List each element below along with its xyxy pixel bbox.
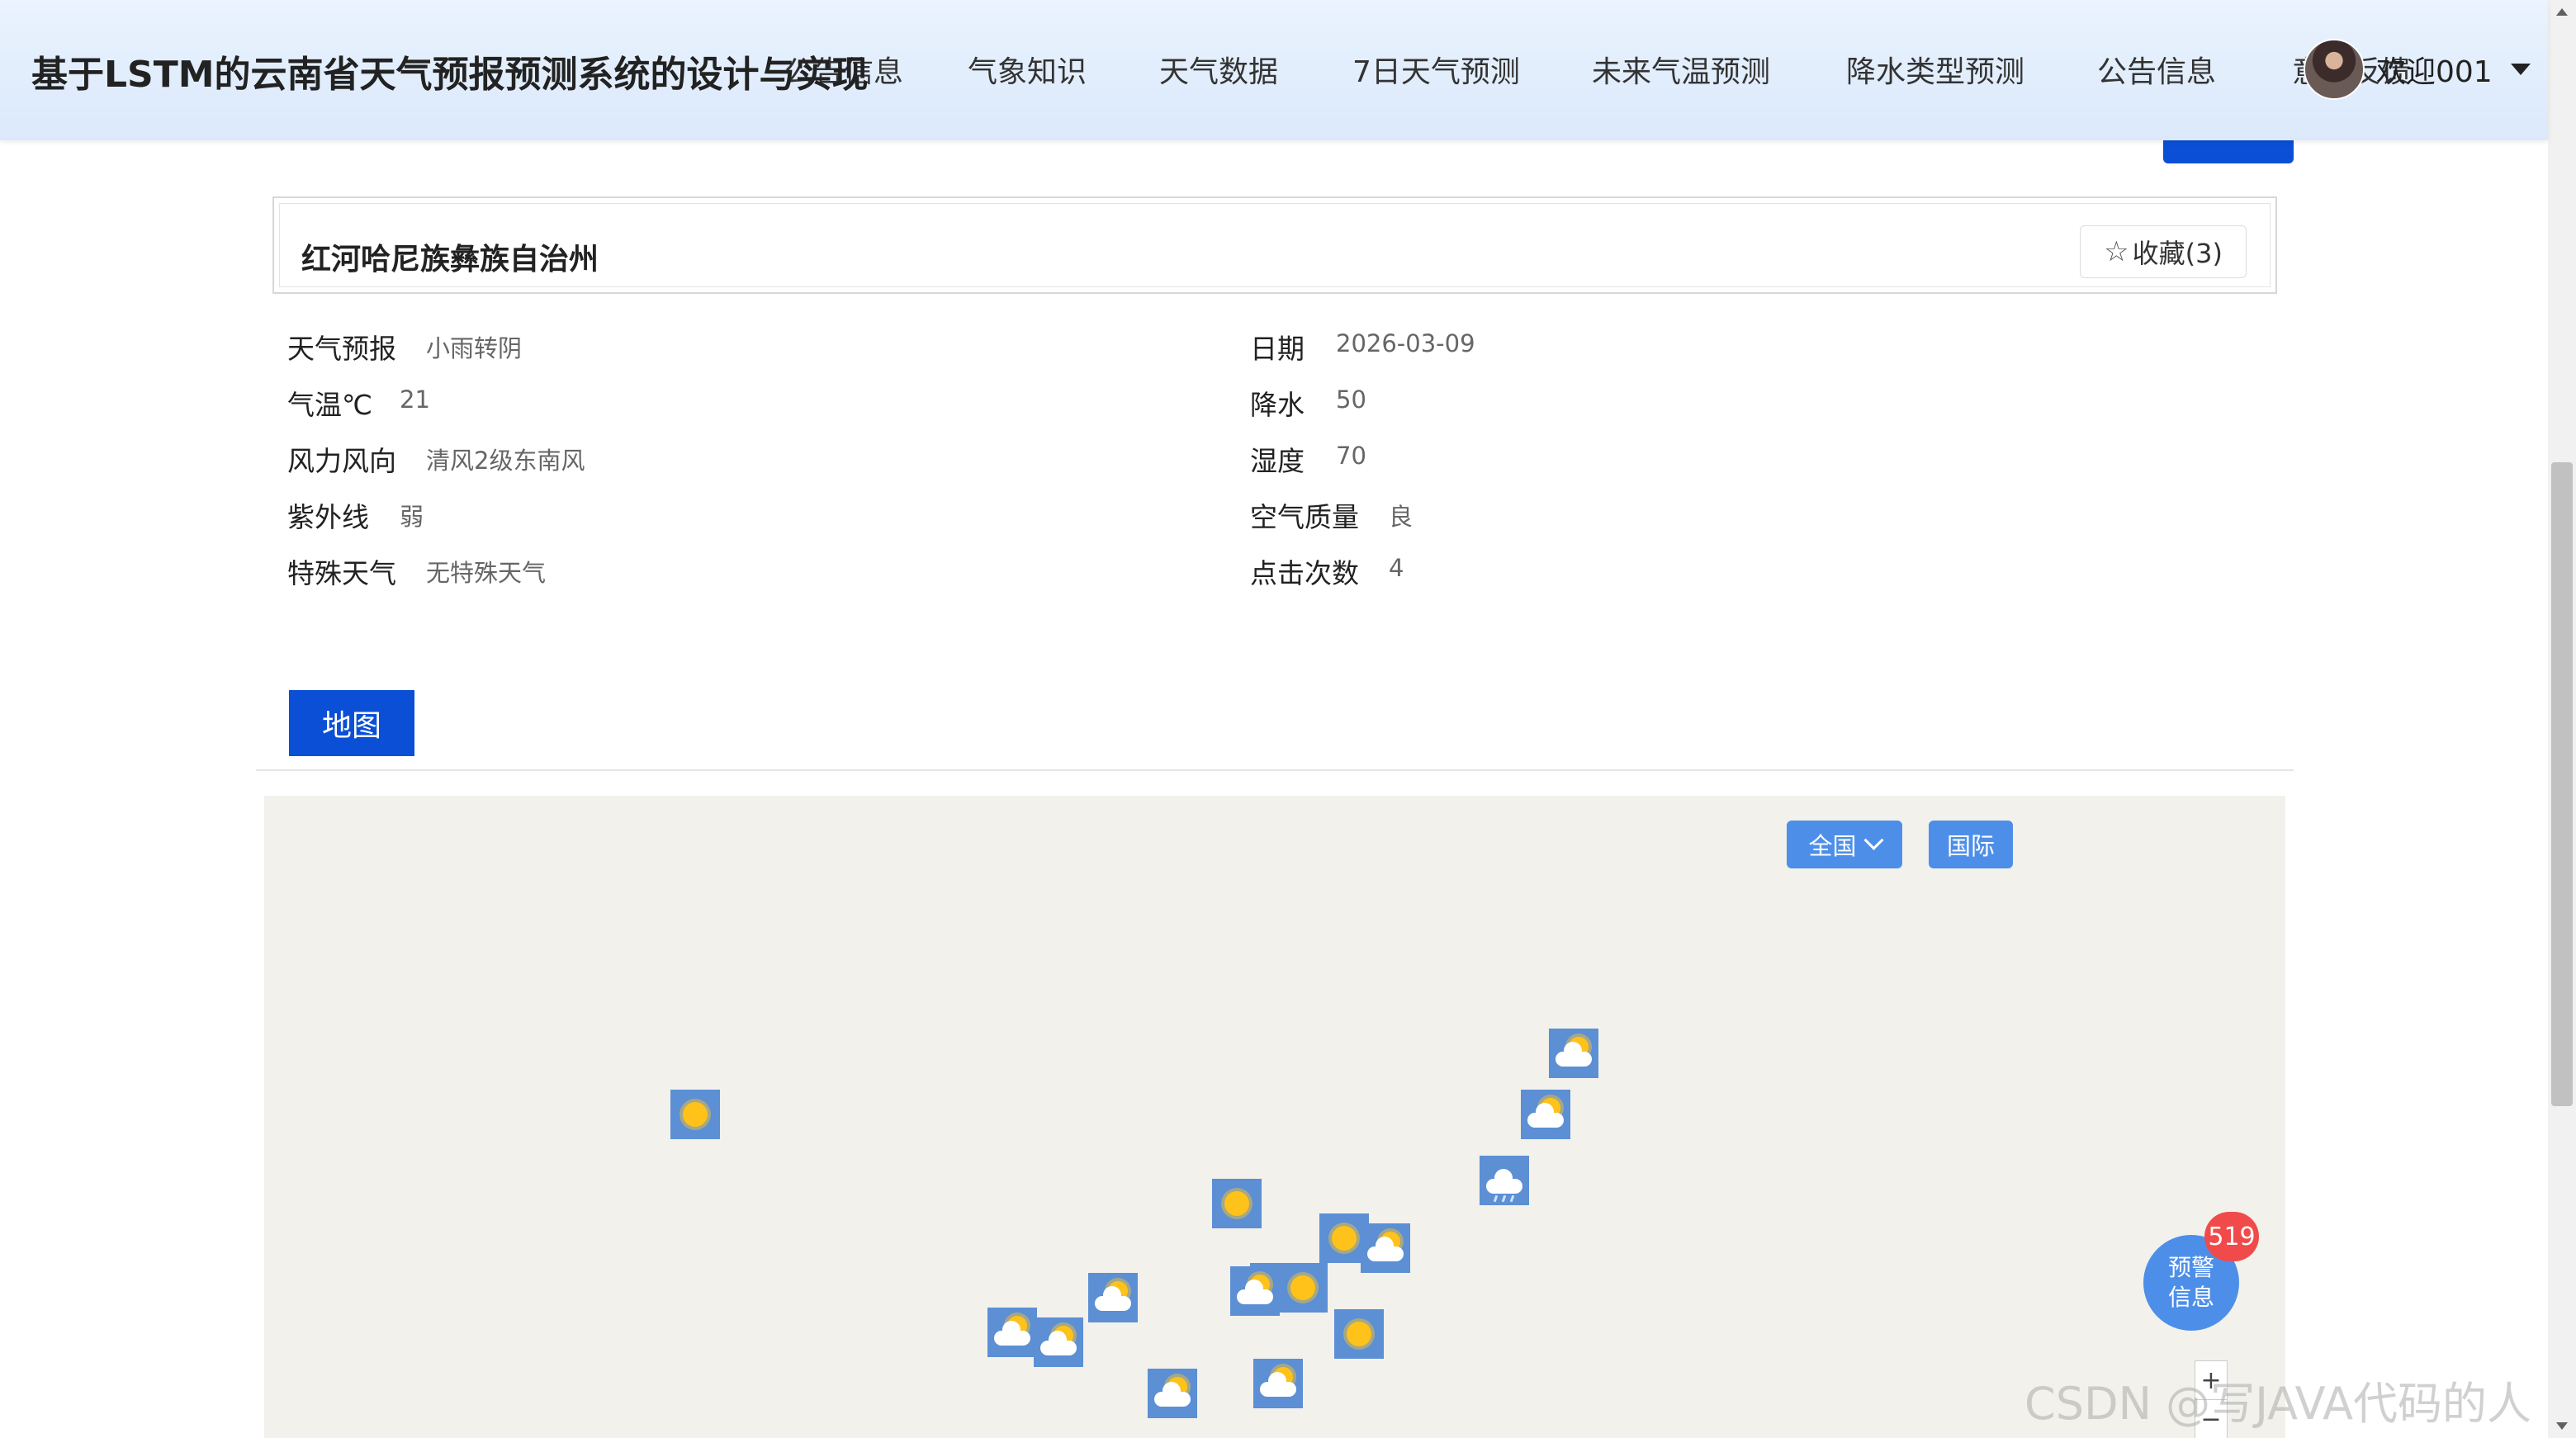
sunny-weather-icon[interactable] — [670, 1090, 720, 1139]
scroll-up-icon[interactable] — [2556, 8, 2568, 16]
nav-weather-data[interactable]: 天气数据 — [1159, 48, 1278, 91]
region-select-label: 全国 — [1808, 832, 1857, 860]
value-air-quality: 良 — [1389, 503, 1413, 531]
value-date: 2026-03-09 — [1336, 329, 1475, 357]
tab-divider — [256, 769, 2294, 771]
partly-cloudy-weather-icon[interactable] — [1034, 1317, 1083, 1367]
value-precipitation: 50 — [1336, 386, 1366, 414]
warning-line1: 预警 — [2167, 1254, 2214, 1281]
value-humidity: 70 — [1336, 442, 1366, 470]
chevron-down-icon — [1863, 830, 1884, 850]
label-click-count: 点击次数 — [1250, 557, 1359, 589]
region-select[interactable]: 全国 — [1787, 821, 1902, 868]
scroll-down-icon[interactable] — [2556, 1422, 2568, 1430]
value-uv: 弱 — [400, 503, 424, 531]
value-click-count: 4 — [1389, 554, 1404, 582]
user-greeting: 欢迎001 — [2376, 55, 2493, 89]
region-name: 红河哈尼族彝族自治州 — [301, 243, 599, 277]
partly-cloudy-weather-icon[interactable] — [987, 1308, 1037, 1357]
label-special-weather: 特殊天气 — [287, 557, 396, 589]
rain-weather-icon[interactable] — [1480, 1156, 1529, 1205]
value-special-weather: 无特殊天气 — [426, 559, 547, 587]
caret-down-icon[interactable] — [2510, 64, 2531, 75]
label-date: 日期 — [1250, 333, 1305, 365]
weather-map[interactable]: 全国 国际 + − — [264, 796, 2285, 1438]
partly-cloudy-weather-icon[interactable] — [1521, 1090, 1570, 1139]
international-button[interactable]: 国际 — [1929, 821, 2013, 868]
avatar[interactable] — [2304, 39, 2365, 100]
tab-map[interactable]: 地图 — [289, 690, 414, 756]
label-precipitation: 降水 — [1250, 389, 1305, 421]
nav-weather-knowledge[interactable]: 气象知识 — [968, 48, 1087, 91]
sunny-weather-icon[interactable] — [1278, 1263, 1328, 1313]
scroll-thumb[interactable] — [2551, 462, 2573, 1106]
partly-cloudy-weather-icon[interactable] — [1361, 1223, 1410, 1273]
label-humidity: 湿度 — [1250, 445, 1305, 477]
star-icon: ☆ — [2104, 235, 2129, 268]
partly-cloudy-weather-icon[interactable] — [1230, 1266, 1280, 1316]
page-scrollbar[interactable] — [2548, 0, 2576, 1438]
title-card-inner: 红河哈尼族彝族自治州 ☆ 收藏(3) — [279, 203, 2271, 287]
nav-temperature-forecast[interactable]: 未来气温预测 — [1592, 48, 1770, 91]
label-temperature: 气温℃ — [287, 389, 373, 421]
label-uv: 紫外线 — [287, 501, 369, 533]
partly-cloudy-weather-icon[interactable] — [1253, 1359, 1303, 1408]
favorite-label: 收藏(3) — [2132, 238, 2223, 269]
partly-cloudy-weather-icon[interactable] — [1088, 1273, 1138, 1322]
site-title: 基于LSTM的云南省天气预报预测系统的设计与实现 — [31, 54, 869, 96]
nav-precipitation-type[interactable]: 降水类型预测 — [1846, 48, 2024, 91]
label-air-quality: 空气质量 — [1250, 501, 1359, 533]
value-wind: 清风2级东南风 — [426, 447, 585, 475]
nav-7day-forecast[interactable]: 7日天气预测 — [1352, 48, 1520, 91]
sunny-weather-icon[interactable] — [1334, 1309, 1384, 1359]
warning-count-badge: 519 — [2204, 1212, 2259, 1261]
warning-line2: 信息 — [2167, 1284, 2214, 1311]
detail-title-card: 红河哈尼族彝族自治州 ☆ 收藏(3) — [272, 196, 2277, 294]
sunny-weather-icon[interactable] — [1212, 1179, 1262, 1228]
value-temperature: 21 — [400, 386, 430, 414]
label-forecast: 天气预报 — [287, 333, 396, 365]
partly-cloudy-weather-icon[interactable] — [1148, 1369, 1197, 1418]
top-navbar: 公告信息 基于LSTM的云南省天气预报预测系统的设计与实现 气象知识 天气数据 … — [0, 0, 2548, 140]
label-wind: 风力风向 — [287, 445, 396, 477]
user-menu[interactable]: 欢迎001 — [2304, 39, 2531, 100]
watermark: CSDN @写JAVA代码的人 — [2024, 1378, 2532, 1430]
partly-cloudy-weather-icon[interactable] — [1549, 1029, 1598, 1078]
value-forecast: 小雨转阴 — [426, 334, 523, 362]
favorite-button[interactable]: ☆ 收藏(3) — [2080, 225, 2247, 278]
nav-notice-2[interactable]: 公告信息 — [2097, 48, 2216, 91]
